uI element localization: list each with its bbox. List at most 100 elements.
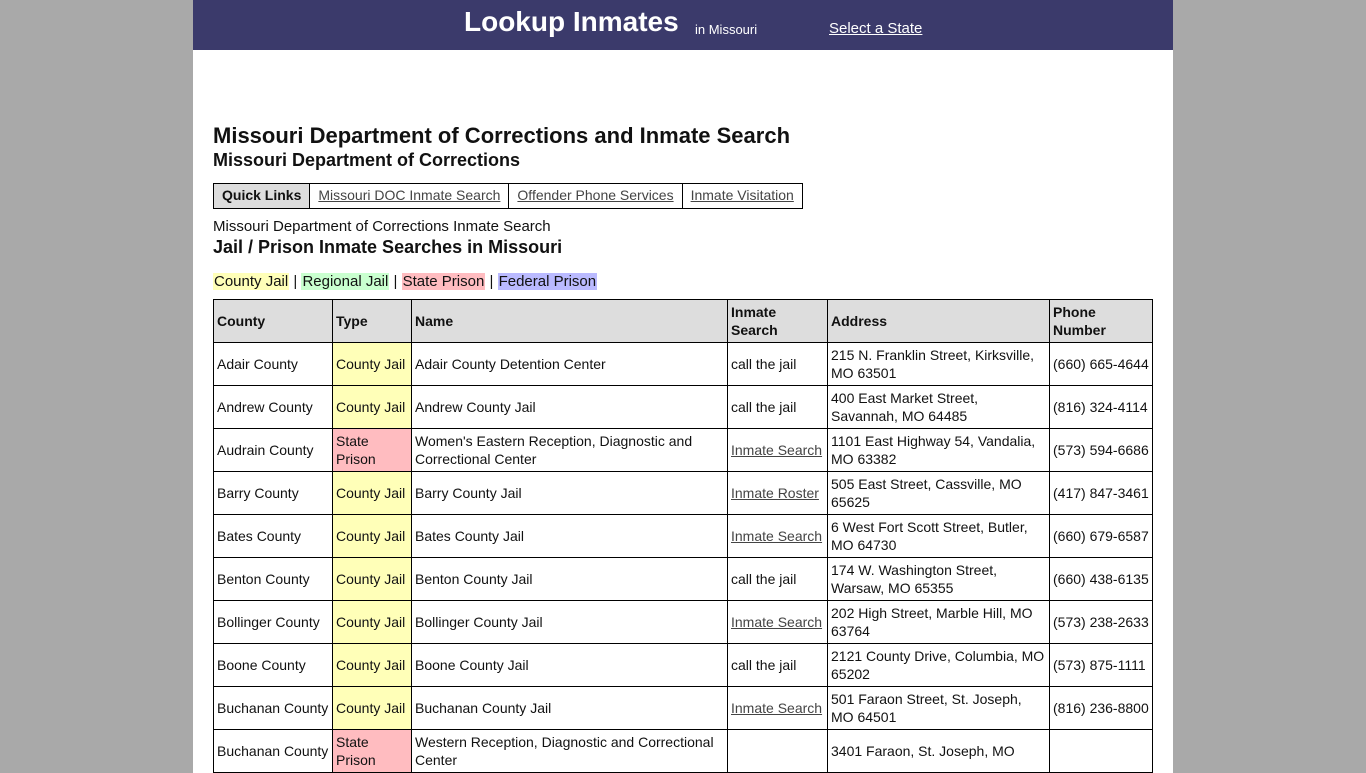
legend-separator: | [489,273,494,290]
cell-inmate-search: call the jail [727,385,828,429]
cell-name: Western Reception, Diagnostic and Correc… [411,729,728,773]
col-header-name: Name [411,299,728,343]
page: Lookup Inmates in Missouri Select a Stat… [193,0,1173,773]
jail-section-title: Jail / Prison Inmate Searches in Missour… [213,237,563,257]
cell-county: Buchanan County [213,686,333,730]
cell-name: Buchanan County Jail [411,686,728,730]
table-body: Adair County County Jail Adair County Dete… [213,342,1153,773]
cell-county: Adair County [213,342,333,386]
main-content: Missouri Department of Corrections and I… [193,50,1173,773]
cell-county: Bollinger County [213,600,333,644]
cell-county: Barry County [213,471,333,515]
cell-phone: (417) 847-3461 [1049,471,1153,515]
cell-address: 505 East Street, Cassville, MO 65625 [827,471,1050,515]
cell-address: 2121 County Drive, Columbia, MO 65202 [827,643,1050,687]
cell-name: Barry County Jail [411,471,728,515]
cell-address: 3401 Faraon, St. Joseph, MO [827,729,1050,773]
table-row: Benton County County Jail Benton County Ja… [213,557,1153,601]
inmate-search-link[interactable]: Inmate Roster [731,485,819,501]
cell-inmate-search: Inmate Roster [727,471,828,515]
quick-links-bar: Quick Links Missouri DOC Inmate Search O… [213,183,803,209]
cell-county: Buchanan County [213,729,333,773]
cell-inmate-search: Inmate Search [727,600,828,644]
doc-description: Missouri Department of Corrections Inmat… [213,218,551,235]
site-logo[interactable]: Lookup Inmates [464,6,679,38]
cell-address: 501 Faraon Street, St. Joseph, MO 64501 [827,686,1050,730]
inmate-search-link[interactable]: Inmate Search [731,614,822,630]
inmate-search-link[interactable]: Inmate Search [731,442,822,458]
cell-inmate-search: Inmate Search [727,514,828,558]
offender-phone-services-link[interactable]: Offender Phone Services [508,184,681,208]
cell-county: Benton County [213,557,333,601]
cell-phone: (573) 875-1111 [1049,643,1153,687]
cell-name: Women's Eastern Reception, Diagnostic an… [411,428,728,472]
inmate-visitation-link[interactable]: Inmate Visitation [681,184,802,208]
cell-name: Boone County Jail [411,643,728,687]
cell-type: County Jail [332,600,412,644]
cell-address: 1101 East Highway 54, Vandalia, MO 63382 [827,428,1050,472]
cell-type: State Prison [332,729,412,773]
site-header: Lookup Inmates in Missouri Select a Stat… [193,0,1173,50]
table-row: Adair County County Jail Adair County Dete… [213,342,1153,386]
cell-county: Boone County [213,643,333,687]
table-header-row: County Type Name Inmate Search Address P… [213,299,1153,343]
cell-phone: (573) 594-6686 [1049,428,1153,472]
cell-phone: (660) 665-4644 [1049,342,1153,386]
cell-type: County Jail [332,514,412,558]
legend-regional-jail: Regional Jail [301,273,390,290]
table-row: Andrew County County Jail Andrew County Ja… [213,385,1153,429]
cell-name: Benton County Jail [411,557,728,601]
cell-county: Bates County [213,514,333,558]
col-header-type: Type [332,299,412,343]
cell-county: Audrain County [213,428,333,472]
cell-county: Andrew County [213,385,333,429]
cell-address: 400 East Market Street, Savannah, MO 644… [827,385,1050,429]
cell-address: 215 N. Franklin Street, Kirksville, MO 6… [827,342,1050,386]
table-row: Barry County County Jail Barry County Jail… [213,471,1153,515]
inmate-search-link[interactable]: Inmate Search [731,700,822,716]
cell-phone: (573) 238-2633 [1049,600,1153,644]
cell-name: Bollinger County Jail [411,600,728,644]
table-row: Audrain County State Prison Women's Easter… [213,428,1153,472]
legend-separator: | [293,273,298,290]
cell-phone: (816) 236-8800 [1049,686,1153,730]
col-header-inmate-search: Inmate Search [727,299,828,343]
doc-section-title: Missouri Department of Corrections [213,150,521,170]
quick-links-label: Quick Links [214,184,310,208]
cell-phone [1049,729,1153,773]
legend-state-prison: State Prison [401,273,486,290]
cell-address: 6 West Fort Scott Street, Butler, MO 647… [827,514,1050,558]
inmate-search-link[interactable]: Inmate Search [731,528,822,544]
col-header-address: Address [827,299,1050,343]
cell-type: County Jail [332,686,412,730]
cell-phone: (816) 324-4114 [1049,385,1153,429]
cell-type: County Jail [332,557,412,601]
col-header-phone: Phone Number [1049,299,1153,343]
cell-type: County Jail [332,385,412,429]
legend-county-jail: County Jail [213,273,290,290]
doc-inmate-search-link[interactable]: Missouri DOC Inmate Search [309,184,508,208]
cell-name: Adair County Detention Center [411,342,728,386]
cell-phone: (660) 679-6587 [1049,514,1153,558]
cell-address: 174 W. Washington Street, Warsaw, MO 653… [827,557,1050,601]
cell-inmate-search [727,729,828,773]
jails-table: County Type Name Inmate Search Address P… [213,299,1153,773]
type-legend: County Jail | Regional Jail | State Pris… [213,273,1153,291]
cell-inmate-search: Inmate Search [727,428,828,472]
table-row: Buchanan County County Jail Buchanan Count… [213,686,1153,730]
cell-inmate-search: Inmate Search [727,686,828,730]
select-state-link[interactable]: Select a State [829,20,922,37]
cell-type: County Jail [332,471,412,515]
cell-type: County Jail [332,342,412,386]
table-row: Buchanan County State Prison Western Recep… [213,729,1153,773]
cell-inmate-search: call the jail [727,342,828,386]
cell-phone: (660) 438-6135 [1049,557,1153,601]
cell-inmate-search: call the jail [727,557,828,601]
cell-name: Bates County Jail [411,514,728,558]
cell-address: 202 High Street, Marble Hill, MO 63764 [827,600,1050,644]
table-row: Bollinger County County Jail Bollinger Cou… [213,600,1153,644]
cell-name: Andrew County Jail [411,385,728,429]
legend-federal-prison: Federal Prison [497,273,598,290]
col-header-county: County [213,299,333,343]
cell-type: State Prison [332,428,412,472]
